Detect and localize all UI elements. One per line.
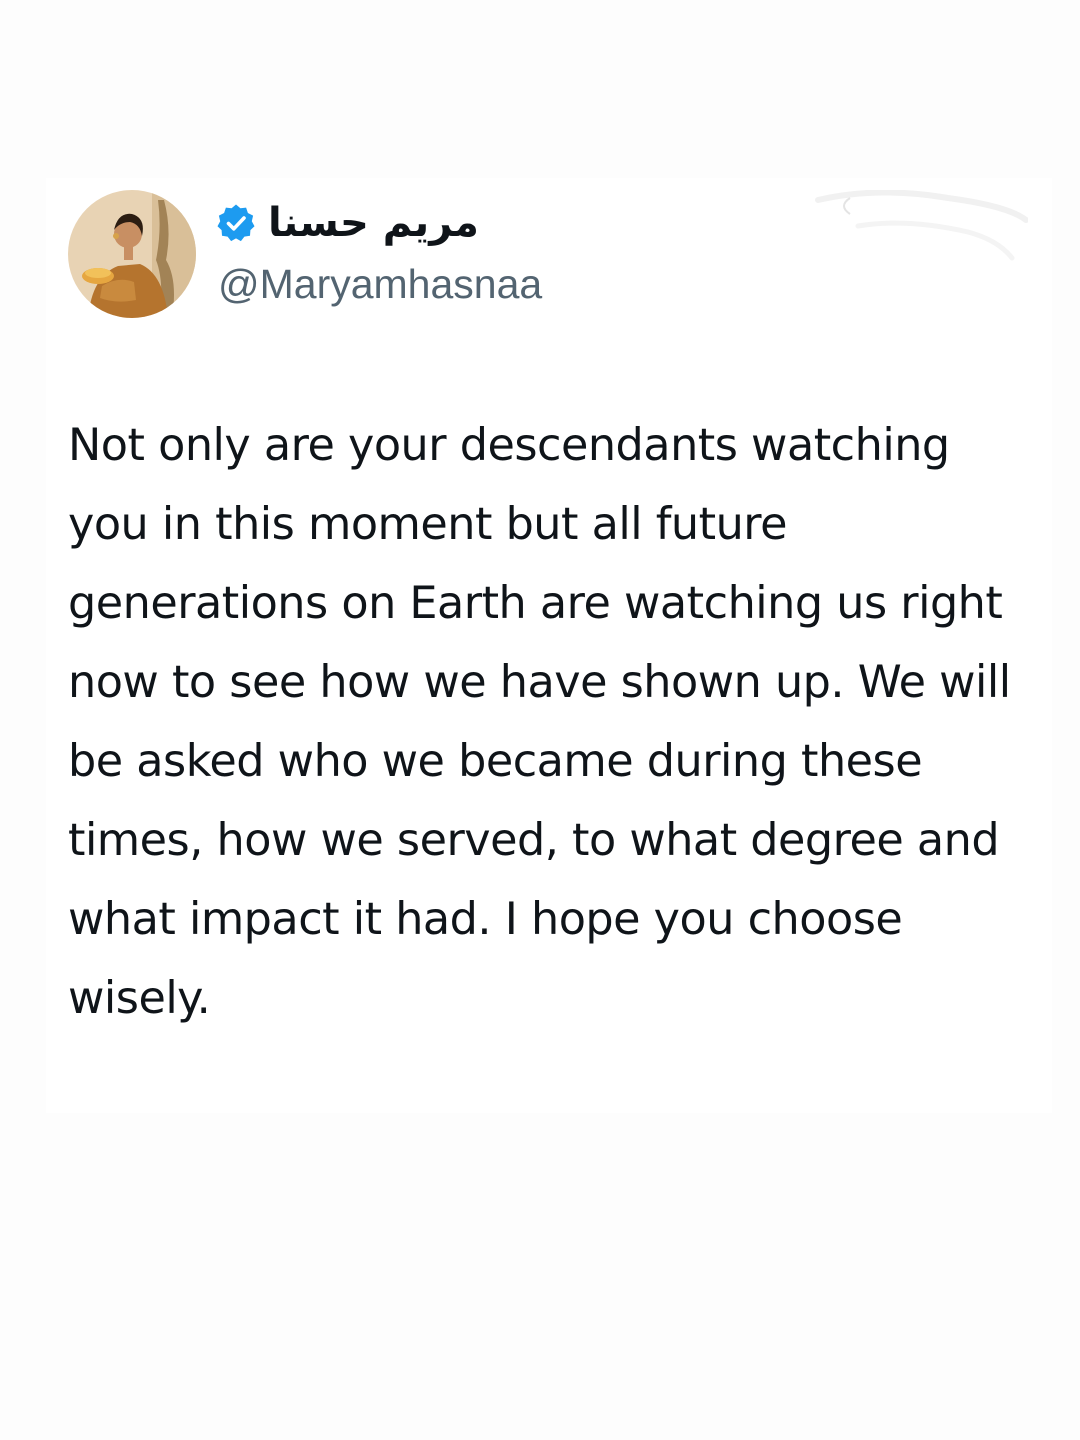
avatar[interactable] bbox=[68, 190, 196, 318]
smudge-mark bbox=[815, 190, 1028, 261]
author-handle[interactable]: @Maryamhasnaa bbox=[218, 264, 542, 305]
verified-badge-icon bbox=[216, 203, 256, 243]
tweet-header: مريم حسنا @Maryamhasnaa bbox=[68, 190, 1028, 320]
tweet-card: مريم حسنا @Maryamhasnaa Not only are you… bbox=[46, 178, 1052, 1113]
author-display-name[interactable]: مريم حسنا bbox=[268, 203, 479, 243]
profile-photo-icon bbox=[68, 190, 196, 318]
author-name-row: مريم حسنا bbox=[216, 194, 479, 252]
tweet-text: Not only are your descendants watching y… bbox=[68, 420, 1011, 1024]
